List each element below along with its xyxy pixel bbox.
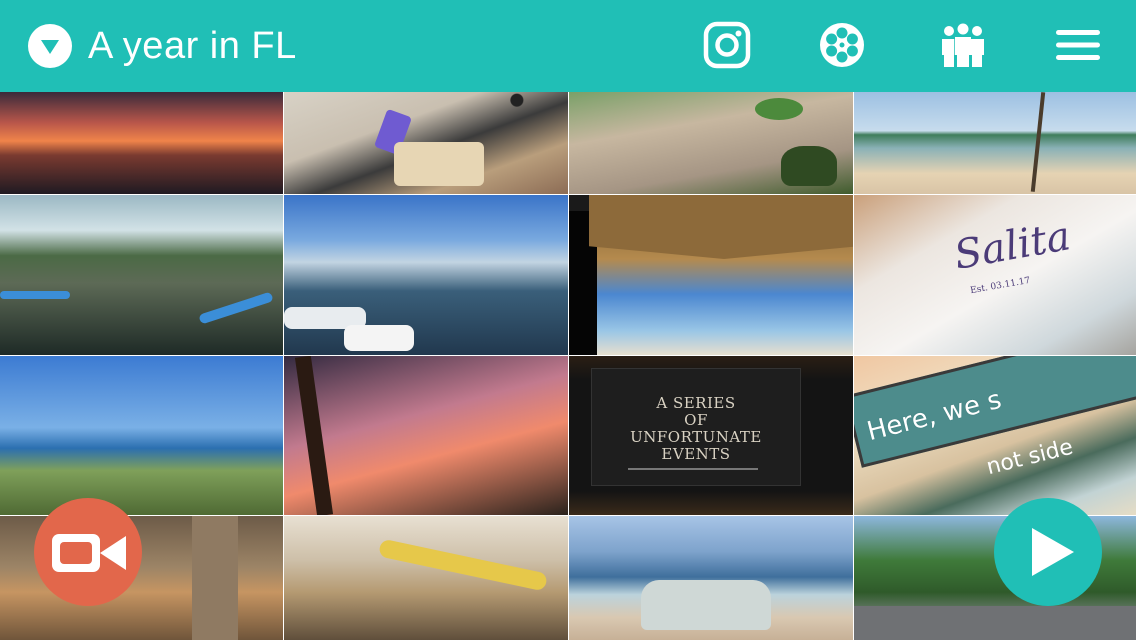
plant-shape bbox=[781, 146, 837, 186]
film-reel-button[interactable] bbox=[818, 21, 866, 69]
movie-title: A SERIES OF UNFORTUNATE EVENTS bbox=[592, 395, 800, 463]
instagram-button[interactable] bbox=[703, 21, 751, 69]
photo-tile-palm-trees-dusk[interactable] bbox=[284, 356, 568, 515]
photo-tile-holding-snake[interactable] bbox=[284, 516, 568, 640]
photo-tile-paddleboarding[interactable] bbox=[0, 195, 283, 355]
thatched-roof-shape bbox=[589, 195, 853, 259]
photo-tile-tiki-hut[interactable] bbox=[569, 195, 853, 355]
movie-title-line: A SERIES bbox=[656, 394, 736, 412]
snake-shape bbox=[377, 538, 549, 592]
pot-shape bbox=[755, 98, 803, 120]
movie-title-line: EVENTS bbox=[661, 445, 731, 463]
photo-tile-grassy-beach-dunes[interactable] bbox=[0, 356, 283, 515]
palm-trunk-shape bbox=[294, 356, 334, 515]
video-progress-bar bbox=[628, 468, 758, 470]
play-icon bbox=[1032, 528, 1074, 576]
street-shape bbox=[854, 606, 1136, 640]
page-title[interactable]: A year in FL bbox=[88, 24, 297, 68]
film-reel-icon bbox=[820, 23, 864, 67]
palm-trunk-shape bbox=[1030, 92, 1046, 192]
movie-title-line: OF bbox=[684, 411, 708, 429]
instagram-icon bbox=[703, 21, 751, 69]
dropdown-icon bbox=[41, 40, 59, 54]
video-camera-icon bbox=[52, 534, 126, 572]
movie-title-line: UNFORTUNATE bbox=[630, 428, 762, 446]
photo-tile-painted-sign[interactable]: Here, we s not side bbox=[854, 356, 1136, 515]
photo-tile-baking-cookies[interactable] bbox=[284, 92, 568, 194]
photo-grid: Salita Est. 03.11.17 A SERIES OF UNFORTU… bbox=[0, 92, 1136, 640]
project-dropdown-button[interactable] bbox=[28, 24, 72, 68]
friends-group-shape bbox=[641, 580, 771, 630]
card-script-text: Salita bbox=[950, 213, 1074, 279]
photo-tile-marina-boats[interactable] bbox=[284, 195, 568, 355]
app-header: A year in FL bbox=[0, 0, 1136, 92]
photo-tile-friends-on-beach[interactable] bbox=[569, 516, 853, 640]
play-button[interactable] bbox=[994, 498, 1102, 606]
photo-tile-tv-screen[interactable]: A SERIES OF UNFORTUNATE EVENTS bbox=[569, 356, 853, 515]
menu-icon bbox=[1056, 30, 1100, 60]
record-button[interactable] bbox=[34, 498, 142, 606]
sign-subtext: not side bbox=[984, 434, 1076, 481]
cookie-tray-shape bbox=[394, 142, 484, 186]
paddleboard-shape bbox=[0, 291, 70, 299]
people-icon bbox=[942, 23, 984, 68]
photo-tile-potted-plants[interactable] bbox=[569, 92, 853, 194]
menu-button[interactable] bbox=[1054, 21, 1102, 69]
people-button[interactable] bbox=[939, 21, 987, 69]
paddleboard-shape bbox=[198, 291, 274, 325]
card-est-text: Est. 03.11.17 bbox=[969, 275, 1032, 297]
photo-tile-beach-with-palms[interactable] bbox=[854, 92, 1136, 194]
tv-screen: A SERIES OF UNFORTUNATE EVENTS bbox=[591, 368, 801, 486]
photo-tile-wedding-card[interactable]: Salita Est. 03.11.17 bbox=[854, 195, 1136, 355]
wooden-post-shape bbox=[192, 516, 238, 640]
photo-tile-sunset-over-bay[interactable] bbox=[0, 92, 283, 194]
boat-shape bbox=[344, 325, 414, 351]
